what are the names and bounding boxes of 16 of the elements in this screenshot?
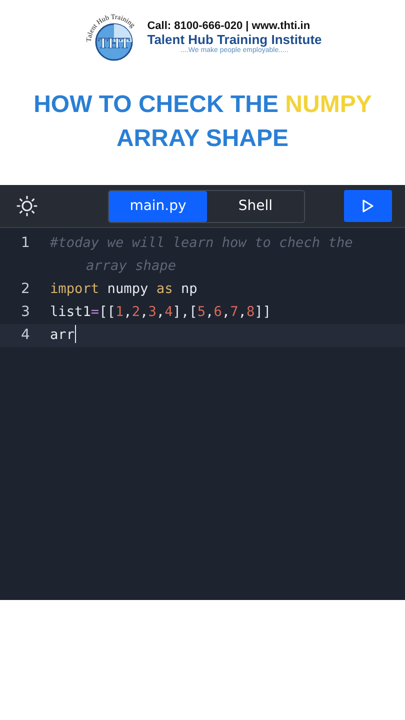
video-headline: HOW TO CHECK THE NUMPY ARRAY SHAPE	[32, 90, 372, 154]
file-tab[interactable]: Shell	[207, 190, 304, 222]
file-tab[interactable]: main.py	[109, 190, 207, 222]
line-number: 3	[20, 303, 31, 322]
line-number: 4	[20, 326, 31, 345]
run-button[interactable]	[344, 190, 392, 222]
line-number: 2	[20, 280, 31, 299]
code-line: arr	[50, 324, 78, 345]
line-number: 1	[20, 234, 31, 253]
contact-line: Call: 8100-666-020 | www.thti.in	[147, 20, 310, 32]
code-line: import numpy as np	[50, 280, 198, 299]
play-icon	[362, 199, 374, 213]
theme-toggle-icon[interactable]	[16, 195, 38, 217]
institute-name: Talent Hub Training Institute	[147, 32, 322, 47]
code-line: #today we will learn how to chech the array shape	[50, 234, 354, 276]
code-line: list1=[[1,2,3,4],[5,6,7,8]]	[50, 303, 272, 322]
